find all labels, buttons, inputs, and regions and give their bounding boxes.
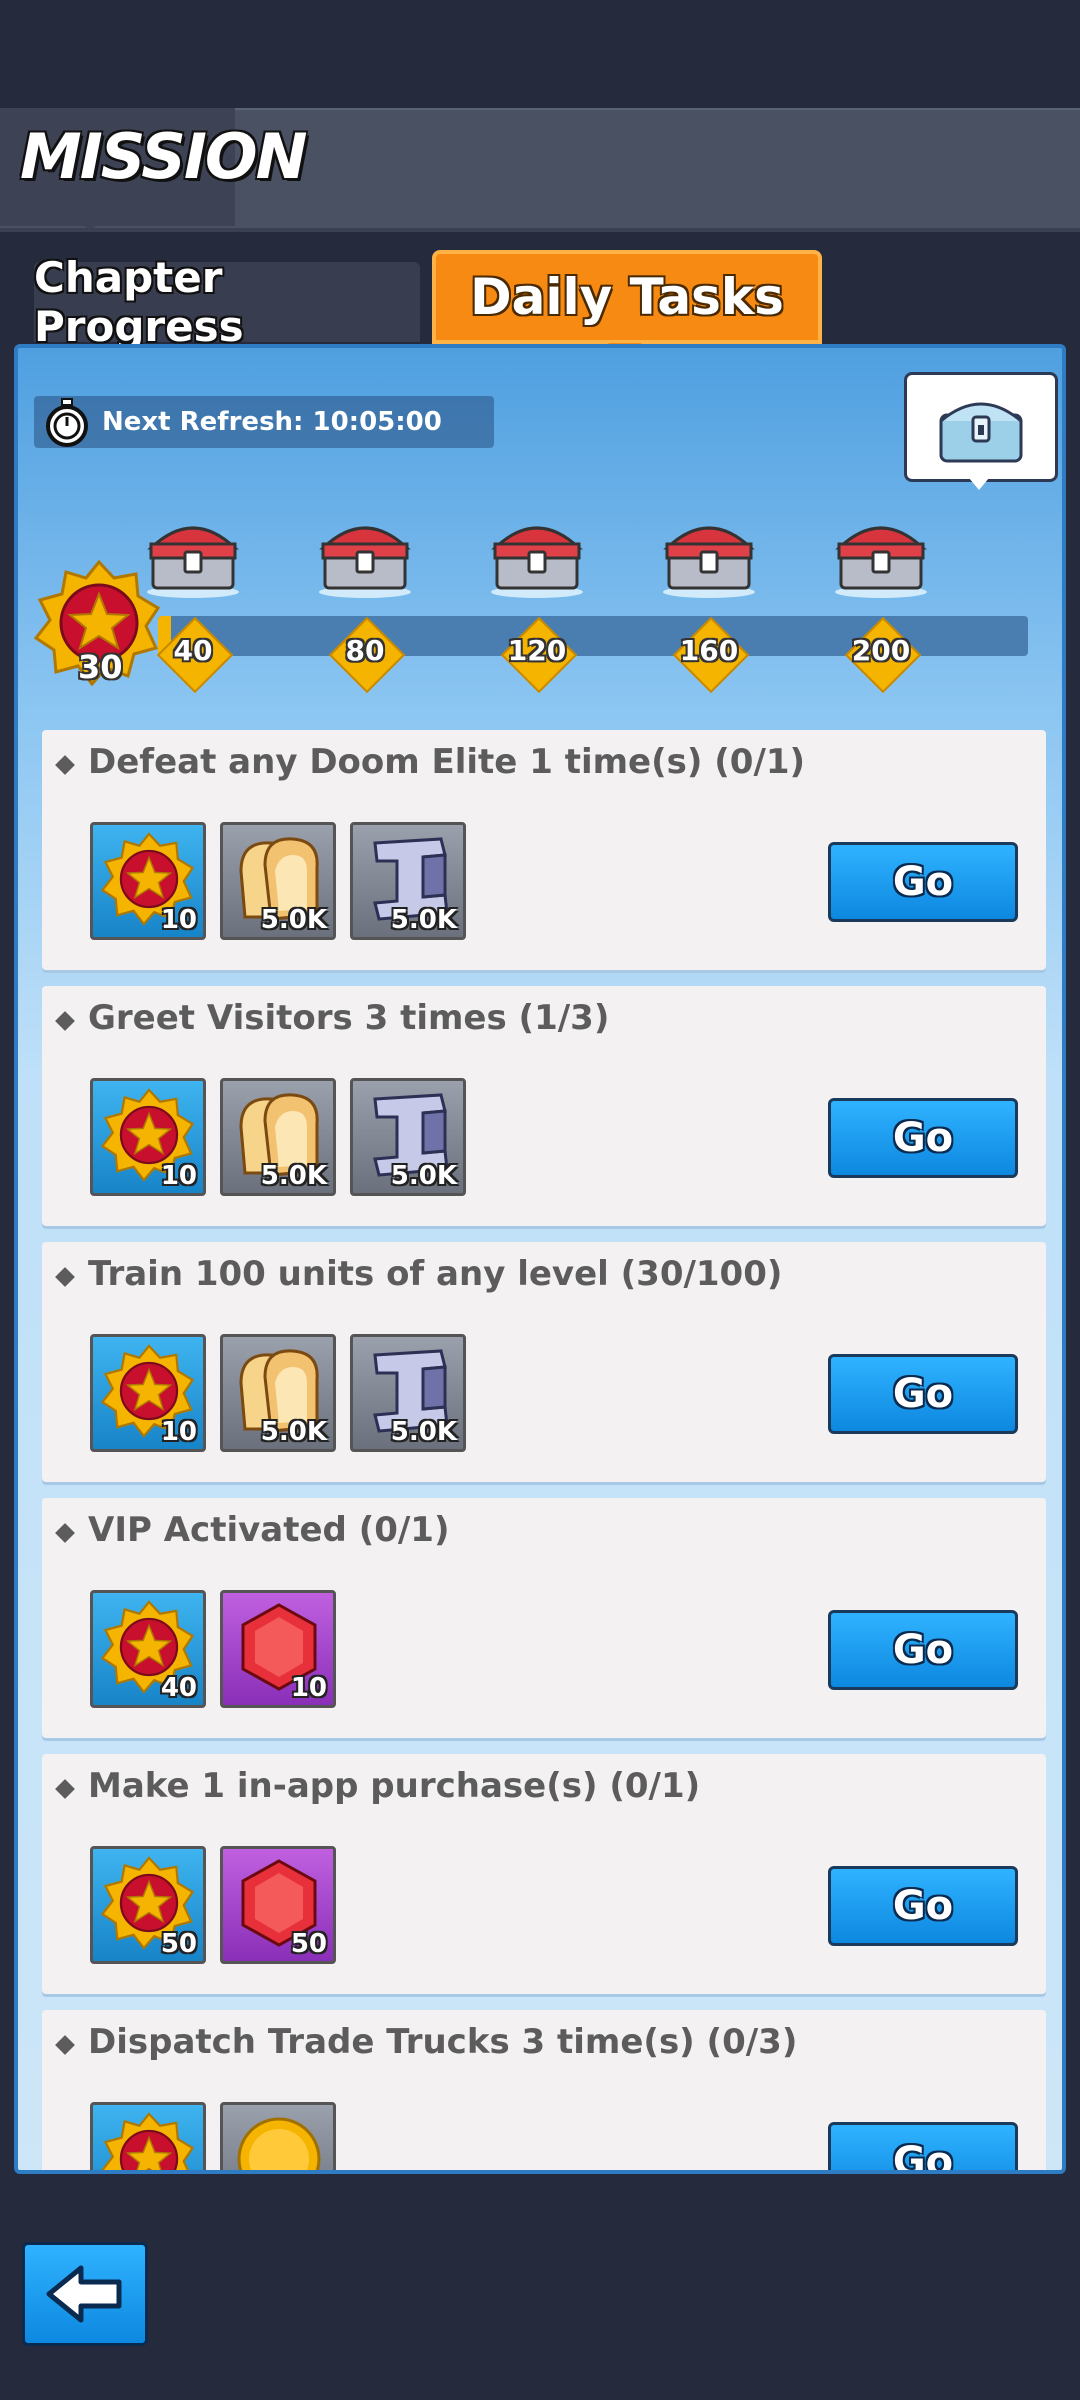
reward-quantity: 50 — [160, 1929, 197, 1959]
refresh-timer: Next Refresh: 10:05:00 — [34, 396, 494, 448]
bullet-icon — [55, 2035, 75, 2055]
reward-quantity: 5.0K — [260, 1161, 327, 1191]
tab-chapter-progress[interactable]: Chapter Progress — [34, 253, 420, 351]
task-card: VIP Activated (0/1) 40 10 Go — [42, 1498, 1046, 1738]
bullet-icon — [55, 755, 75, 775]
bullet-icon — [55, 1267, 75, 1287]
blue-chest-icon — [939, 402, 1023, 463]
reward-list: 10 5.0K 5.0K — [90, 1078, 466, 1196]
reward-quantity: 10 — [160, 905, 197, 935]
reward-item[interactable]: 5.0K — [350, 822, 466, 940]
final-reward-chest-button[interactable] — [904, 372, 1058, 482]
task-title: Train 100 units of any level (30/100) — [88, 1254, 783, 1294]
task-title: Defeat any Doom Elite 1 time(s) (0/1) — [88, 742, 806, 782]
reward-quantity: 5.0K — [390, 1161, 457, 1191]
reward-item[interactable]: 10 — [90, 822, 206, 940]
reward-quantity: 5.0K — [390, 1417, 457, 1447]
activity-points: 30 — [78, 648, 123, 686]
task-card: Make 1 in-app purchase(s) (0/1) 50 50 Go — [42, 1754, 1046, 1994]
go-button[interactable]: Go — [828, 1866, 1018, 1946]
reward-item[interactable]: 10 — [90, 1078, 206, 1196]
go-button[interactable]: Go — [828, 1610, 1018, 1690]
reward-item[interactable]: 5.0K — [220, 822, 336, 940]
go-button[interactable]: Go — [828, 1098, 1018, 1178]
chest-icon — [491, 526, 583, 598]
milestone-4[interactable]: 200 — [826, 508, 936, 694]
milestone-0[interactable]: 40 — [138, 508, 248, 694]
task-title: Make 1 in-app purchase(s) (0/1) — [88, 1766, 701, 1806]
reward-quantity: 10 — [160, 1417, 197, 1447]
back-arrow-icon — [46, 2265, 122, 2323]
reward-item[interactable]: 5.0K — [220, 1078, 336, 1196]
chest-icon — [835, 526, 927, 598]
page-title: MISSION — [20, 120, 308, 193]
reward-list — [90, 2102, 336, 2170]
reward-item[interactable]: 10 — [220, 1590, 336, 1708]
reward-item[interactable] — [220, 2102, 336, 2170]
milestone-2[interactable]: 120 — [482, 508, 592, 694]
task-card: Dispatch Trade Trucks 3 time(s) (0/3) Go — [42, 2010, 1046, 2170]
medal-icon — [101, 2112, 195, 2170]
go-button[interactable]: Go — [828, 1354, 1018, 1434]
bullet-icon — [55, 1523, 75, 1543]
reward-quantity: 50 — [290, 1929, 327, 1959]
reward-item[interactable]: 5.0K — [350, 1078, 466, 1196]
coin-icon — [237, 2117, 321, 2170]
bullet-icon — [55, 1011, 75, 1031]
back-button[interactable] — [22, 2242, 148, 2346]
milestone-value: 40 — [173, 634, 213, 667]
milestone-1[interactable]: 80 — [310, 508, 420, 694]
reward-item[interactable]: 5.0K — [220, 1334, 336, 1452]
reward-item[interactable]: 10 — [90, 1334, 206, 1452]
reward-item[interactable]: 50 — [220, 1846, 336, 1964]
task-title: Dispatch Trade Trucks 3 time(s) (0/3) — [88, 2022, 798, 2062]
tab-daily-tasks[interactable]: Daily Tasks — [432, 250, 822, 344]
reward-item[interactable]: 50 — [90, 1846, 206, 1964]
task-card: Train 100 units of any level (30/100) 10… — [42, 1242, 1046, 1482]
milestone-value: 200 — [851, 634, 911, 667]
reward-quantity: 10 — [160, 1161, 197, 1191]
refresh-label: Next Refresh: 10:05:00 — [102, 407, 442, 437]
reward-list: 10 5.0K 5.0K — [90, 1334, 466, 1452]
reward-quantity: 5.0K — [260, 1417, 327, 1447]
chest-icon — [663, 526, 755, 598]
reward-list: 50 50 — [90, 1846, 336, 1964]
reward-item[interactable]: 40 — [90, 1590, 206, 1708]
reward-quantity: 5.0K — [390, 905, 457, 935]
reward-quantity: 10 — [290, 1673, 327, 1703]
task-title: VIP Activated (0/1) — [88, 1510, 450, 1550]
go-button[interactable]: Go — [828, 2122, 1018, 2170]
go-button[interactable]: Go — [828, 842, 1018, 922]
reward-item[interactable]: 5.0K — [350, 1334, 466, 1452]
daily-tasks-panel: Next Refresh: 10:05:00 30 40 80 120 160 … — [14, 344, 1066, 2174]
milestone-value: 120 — [507, 634, 567, 667]
reward-quantity: 5.0K — [260, 905, 327, 935]
milestone-value: 160 — [679, 634, 739, 667]
task-title: Greet Visitors 3 times (1/3) — [88, 998, 610, 1038]
chest-icon — [319, 526, 411, 598]
reward-item[interactable] — [90, 2102, 206, 2170]
chest-icon — [147, 526, 239, 598]
reward-list: 10 5.0K 5.0K — [90, 822, 466, 940]
milestone-3[interactable]: 160 — [654, 508, 764, 694]
task-card: Defeat any Doom Elite 1 time(s) (0/1) 10… — [42, 730, 1046, 970]
milestone-value: 80 — [345, 634, 385, 667]
reward-list: 40 10 — [90, 1590, 336, 1708]
stopwatch-icon — [42, 397, 92, 447]
task-card: Greet Visitors 3 times (1/3) 10 5.0K 5.0K … — [42, 986, 1046, 1226]
reward-quantity: 40 — [160, 1673, 197, 1703]
bullet-icon — [55, 1779, 75, 1799]
